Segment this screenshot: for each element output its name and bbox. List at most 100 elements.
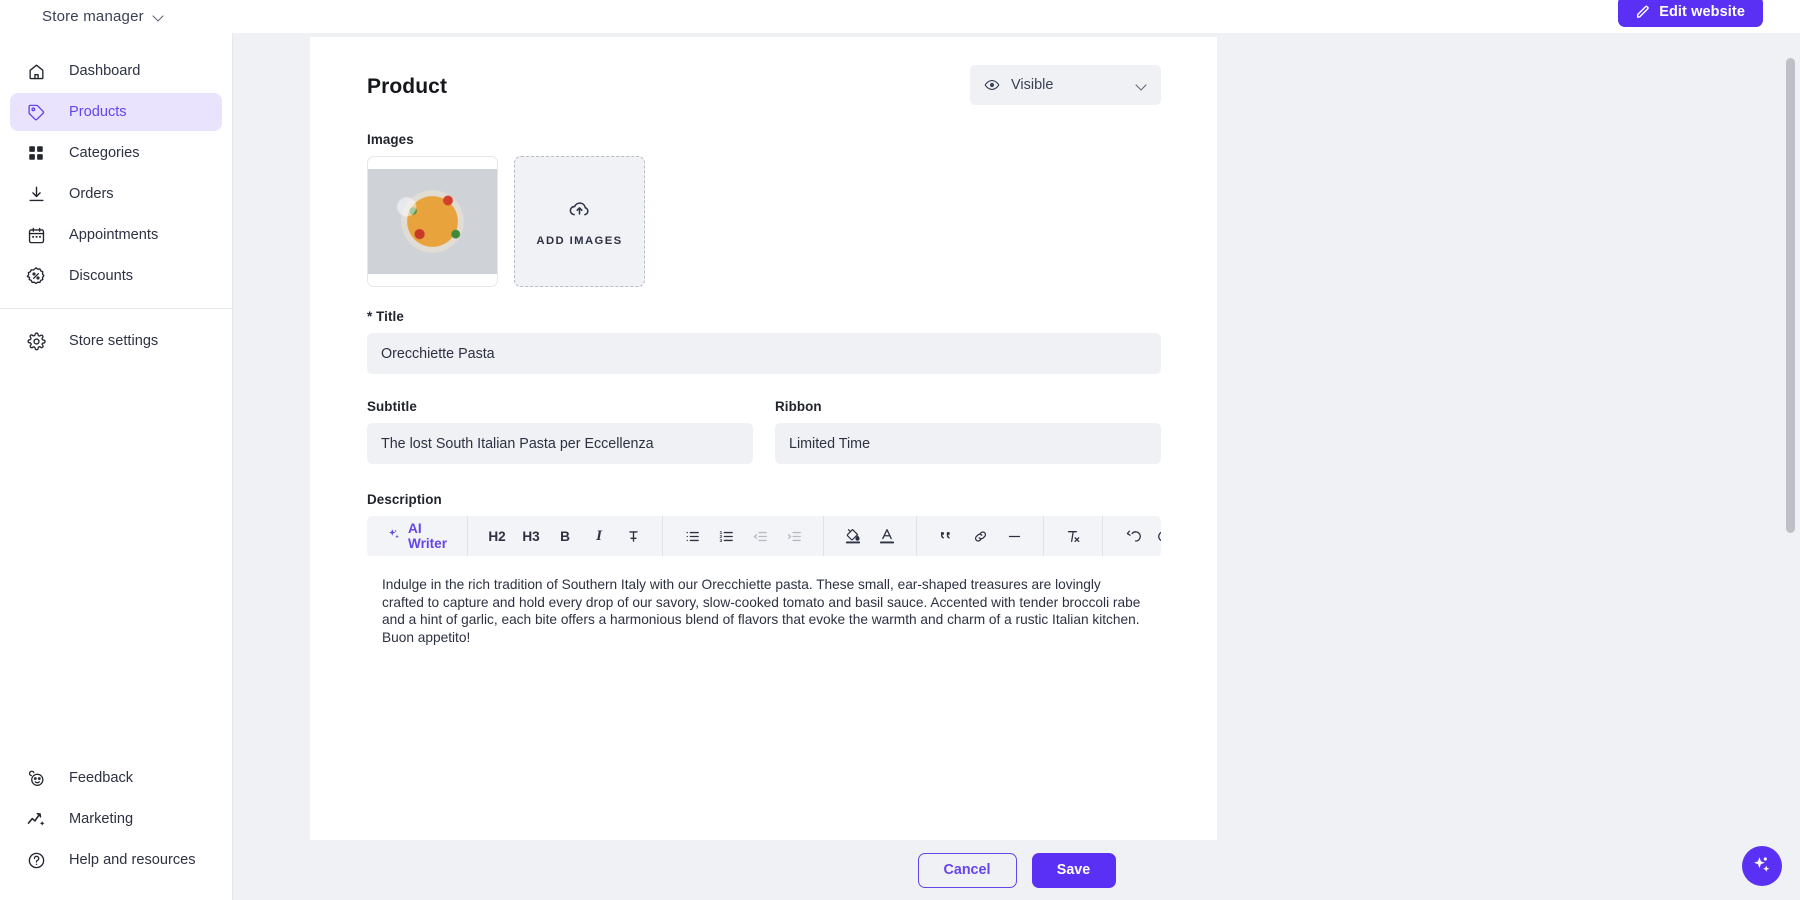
toolbar-group-clear [1044, 516, 1103, 556]
toolbar-group-lists: 1 2 3 [663, 516, 824, 556]
account-switcher-label: Store manager [42, 8, 144, 25]
images-row: ADD IMAGES [367, 156, 1161, 287]
footer-action-bar: Cancel Save [233, 840, 1800, 900]
sidebar-item-label: Store settings [69, 333, 158, 349]
strikethrough-button[interactable] [616, 521, 650, 551]
horizontal-rule-button[interactable] [997, 521, 1031, 551]
bold-button[interactable]: B [548, 521, 582, 551]
pencil-icon [1636, 5, 1650, 19]
ribbon-input[interactable] [775, 423, 1161, 464]
sidebar-item-appointments[interactable]: Appointments [10, 216, 222, 254]
description-section: Description [367, 492, 1161, 806]
product-image [368, 169, 497, 274]
add-images-label: ADD IMAGES [536, 235, 622, 247]
add-images-dropzone[interactable]: ADD IMAGES [514, 156, 645, 287]
editor-toolbar: AI Writer H2 H3 B I [367, 516, 1161, 556]
sidebar-divider [0, 308, 232, 309]
vertical-scrollbar-thumb[interactable] [1786, 58, 1795, 533]
text-color-button[interactable] [870, 521, 904, 551]
numbered-list-button[interactable]: 1 2 3 [709, 521, 743, 551]
save-button[interactable]: Save [1032, 853, 1116, 888]
cancel-button[interactable]: Cancel [918, 853, 1017, 888]
bullet-list-button[interactable] [675, 521, 709, 551]
sidebar-item-label: Products [69, 104, 127, 120]
toolbar-group-ai: AI Writer [367, 516, 468, 556]
download-icon [25, 183, 47, 205]
sidebar-item-label: Categories [69, 145, 140, 161]
account-switcher[interactable]: Store manager [42, 8, 164, 25]
sidebar-item-label: Dashboard [69, 63, 140, 79]
grid-icon [25, 142, 47, 164]
main-content-area: Product Visible Images [233, 33, 1800, 900]
blockquote-button[interactable] [929, 521, 963, 551]
background-color-button[interactable] [836, 521, 870, 551]
home-icon [25, 60, 47, 82]
sidebar-item-label: Help and resources [69, 852, 196, 868]
heading-2-button[interactable]: H2 [480, 521, 514, 551]
edit-website-label: Edit website [1659, 4, 1745, 20]
sparkles-icon [1751, 854, 1773, 879]
subtitle-ribbon-row: Subtitle Ribbon [367, 399, 1161, 464]
title-field-group: * Title [367, 309, 1161, 374]
toolbar-group-history [1103, 516, 1161, 556]
subtitle-field-group: Subtitle [367, 399, 753, 464]
clear-formatting-button[interactable] [1056, 521, 1090, 551]
svg-text:3: 3 [719, 537, 722, 543]
edit-website-button[interactable]: Edit website [1618, 0, 1763, 27]
title-input[interactable] [367, 333, 1161, 374]
product-editor-card: Product Visible Images [310, 37, 1217, 843]
sidebar-item-categories[interactable]: Categories [10, 134, 222, 172]
chevron-down-icon [1136, 80, 1147, 91]
sidebar-item-label: Discounts [69, 268, 133, 284]
indent-button[interactable] [777, 521, 811, 551]
vertical-scrollbar-track[interactable] [1785, 36, 1796, 894]
ribbon-field-group: Ribbon [775, 399, 1161, 464]
undo-button[interactable] [1115, 521, 1149, 551]
cloud-upload-icon [568, 197, 591, 225]
tag-icon [25, 101, 47, 123]
chevron-down-icon [153, 11, 164, 22]
sidebar-item-label: Marketing [69, 811, 133, 827]
sidebar-item-dashboard[interactable]: Dashboard [10, 52, 222, 90]
sidebar-item-marketing[interactable]: Marketing [10, 800, 222, 838]
outdent-button[interactable] [743, 521, 777, 551]
visibility-value: Visible [1011, 77, 1053, 93]
discount-icon [25, 265, 47, 287]
sidebar-item-help-and-resources[interactable]: Help and resources [10, 841, 222, 879]
toolbar-group-insert [917, 516, 1044, 556]
sidebar-item-label: Appointments [69, 227, 158, 243]
description-textarea[interactable]: Indulge in the rich tradition of Souther… [367, 556, 1161, 806]
link-button[interactable] [963, 521, 997, 551]
ai-writer-button[interactable]: AI Writer [379, 521, 455, 551]
images-section: Images ADD IMAGES [367, 132, 1161, 287]
visibility-dropdown[interactable]: Visible [970, 65, 1161, 105]
sidebar-item-products[interactable]: Products [10, 93, 222, 131]
subtitle-input[interactable] [367, 423, 753, 464]
page-title: Product [367, 75, 447, 99]
description-label: Description [367, 492, 1161, 507]
question-circle-icon [25, 849, 47, 871]
sidebar-item-discounts[interactable]: Discounts [10, 257, 222, 295]
toolbar-group-text-style: H2 H3 B I [468, 516, 663, 556]
ribbon-label: Ribbon [775, 399, 1161, 414]
sidebar-item-orders[interactable]: Orders [10, 175, 222, 213]
sparkles-icon [387, 528, 401, 545]
redo-button[interactable] [1149, 521, 1161, 551]
ai-assistant-fab[interactable] [1742, 846, 1782, 886]
sidebar-item-store-settings[interactable]: Store settings [10, 322, 222, 360]
heading-3-button[interactable]: H3 [514, 521, 548, 551]
feedback-icon [25, 767, 47, 789]
gear-icon [25, 330, 47, 352]
sidebar-primary-group: Dashboard Products Categories [0, 33, 232, 360]
sidebar: Dashboard Products Categories [0, 33, 233, 900]
calendar-icon [25, 224, 47, 246]
rich-text-editor: AI Writer H2 H3 B I [367, 516, 1161, 806]
sidebar-item-feedback[interactable]: Feedback [10, 759, 222, 797]
sidebar-item-label: Feedback [69, 770, 133, 786]
top-bar: Store manager Edit website [0, 0, 1800, 33]
eye-icon [984, 77, 1000, 93]
product-image-thumbnail[interactable] [367, 156, 498, 287]
italic-button[interactable]: I [582, 521, 616, 551]
sidebar-bottom-group: Feedback Marketing Help and resources [0, 756, 232, 882]
images-label: Images [367, 132, 1161, 147]
